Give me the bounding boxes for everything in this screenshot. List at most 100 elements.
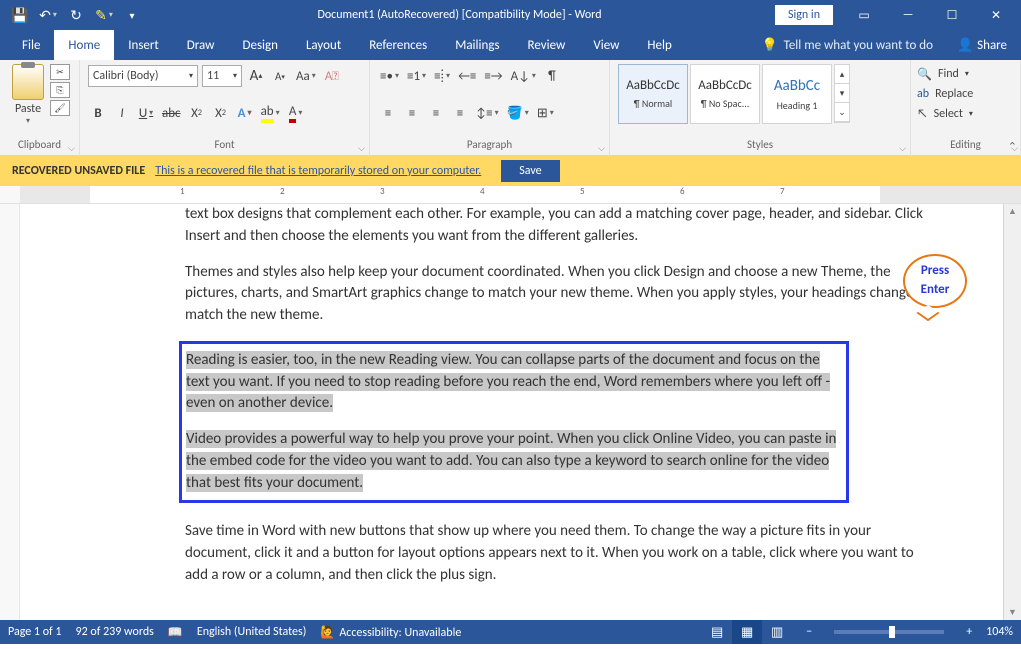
change-case-button[interactable]: Aa	[294, 65, 318, 87]
spellcheck-icon[interactable]: 📖	[168, 625, 183, 640]
minimize-button[interactable]: —	[887, 0, 929, 30]
zoom-level[interactable]: 104%	[986, 625, 1013, 639]
status-language[interactable]: English (United States)	[197, 625, 307, 639]
ruler-scale[interactable]: 1 2 3 4 5 6 7	[20, 186, 1021, 203]
doc-paragraph-selected: Video provides a powerful way to help yo…	[186, 429, 842, 494]
collapse-ribbon-icon[interactable]: ⌃	[1008, 140, 1017, 153]
strikethrough-button[interactable]: abc	[160, 102, 183, 124]
align-left-button[interactable]: ≡	[378, 102, 398, 124]
document-area: Press Enter text box designs that comple…	[0, 204, 1021, 620]
accessibility-icon[interactable]: 🙋Accessibility: Unavailable	[320, 625, 461, 640]
find-button[interactable]: 🔍Find▾	[917, 64, 1014, 84]
replace-icon: ab	[917, 87, 929, 101]
group-label-paragraph: Paragraph	[378, 138, 601, 154]
style-heading-1[interactable]: AaBbCc Heading 1	[762, 64, 832, 124]
grow-font-button[interactable]: A▴	[246, 65, 266, 87]
text-effects-button[interactable]: A	[235, 102, 255, 124]
line-spacing-button[interactable]: ↕≡	[474, 102, 501, 124]
tab-draw[interactable]: Draw	[173, 30, 229, 60]
shading-button[interactable]: 🪣	[505, 102, 531, 124]
print-layout-icon[interactable]: ▦	[732, 620, 762, 644]
ribbon: Paste ▾ ✂ ⎘ 🖌 Clipboard Calibri (Body)▾ …	[0, 60, 1021, 156]
tell-me-label: Tell me what you want to do	[784, 38, 933, 53]
status-words[interactable]: 92 of 239 words	[76, 625, 154, 639]
paste-button[interactable]: Paste ▾	[8, 64, 48, 126]
justify-button[interactable]: ≡	[450, 102, 470, 124]
web-layout-icon[interactable]: ▥	[762, 620, 792, 644]
bold-button[interactable]: B	[88, 102, 108, 124]
share-button[interactable]: 👤 Share	[943, 38, 1021, 53]
subscript-button[interactable]: X2	[187, 102, 207, 124]
tab-help[interactable]: Help	[633, 30, 685, 60]
highlighter-qat-icon[interactable]: ✎▾	[92, 3, 116, 27]
tab-design[interactable]: Design	[228, 30, 291, 60]
tell-me-search[interactable]: 💡 Tell me what you want to do	[751, 38, 943, 53]
style-normal[interactable]: AaBbCcDc ¶ Normal	[618, 64, 688, 124]
numbering-button[interactable]: ≡1	[405, 65, 428, 87]
undo-icon[interactable]: ↶▾	[36, 3, 60, 27]
close-button[interactable]: ✕	[975, 0, 1017, 30]
share-label: Share	[977, 38, 1007, 53]
show-marks-button[interactable]: ¶	[542, 65, 562, 87]
highlight-button[interactable]: ab	[259, 102, 282, 124]
horizontal-ruler[interactable]: 1 2 3 4 5 6 7	[0, 186, 1021, 204]
italic-button[interactable]: I	[112, 102, 132, 124]
replace-button[interactable]: abReplace	[917, 84, 1014, 104]
zoom-in-button[interactable]: +	[966, 625, 972, 639]
save-icon[interactable]: 💾	[8, 3, 32, 27]
cut-icon[interactable]: ✂	[50, 64, 70, 80]
font-name-select[interactable]: Calibri (Body)▾	[88, 65, 198, 87]
sort-button[interactable]: A↓	[509, 65, 538, 87]
tab-view[interactable]: View	[579, 30, 633, 60]
tab-insert[interactable]: Insert	[114, 30, 173, 60]
clear-format-button[interactable]: A⃠	[322, 65, 342, 87]
msgbar-link[interactable]: This is a recovered file that is tempora…	[155, 164, 481, 178]
underline-button[interactable]: U	[136, 102, 156, 124]
select-button[interactable]: ↖Select▾	[917, 104, 1014, 124]
tab-home[interactable]: Home	[54, 30, 114, 60]
redo-icon[interactable]: ↻	[64, 3, 88, 27]
styles-scroll[interactable]: ▴▾⌄	[834, 64, 850, 123]
selection-box: Reading is easier, too, in the new Readi…	[179, 341, 849, 504]
tab-review[interactable]: Review	[514, 30, 580, 60]
ruler-corner	[0, 186, 20, 203]
tab-mailings[interactable]: Mailings	[441, 30, 513, 60]
status-page[interactable]: Page 1 of 1	[8, 625, 62, 639]
document-page[interactable]: Press Enter text box designs that comple…	[20, 204, 1003, 620]
msgbar-label: RECOVERED UNSAVED FILE	[12, 164, 145, 178]
superscript-button[interactable]: X2	[211, 102, 231, 124]
sign-in-button[interactable]: Sign in	[775, 5, 833, 25]
borders-button[interactable]: ⊞	[535, 102, 556, 124]
msgbar-save-button[interactable]: Save	[501, 160, 559, 182]
bullets-button[interactable]: ≡•	[378, 65, 401, 87]
copy-icon[interactable]: ⎘	[50, 82, 70, 98]
group-paragraph: ≡• ≡1 ≡⁞ ←≡ ≡→ A↓ ¶ ≡ ≡ ≡ ≡ ↕≡ 🪣 ⊞ Parag…	[370, 60, 610, 156]
group-label-clipboard: Clipboard	[8, 138, 71, 154]
zoom-out-button[interactable]: −	[806, 625, 812, 639]
maximize-button[interactable]: ☐	[931, 0, 973, 30]
group-clipboard: Paste ▾ ✂ ⎘ 🖌 Clipboard	[0, 60, 80, 156]
read-mode-icon[interactable]: ▤	[702, 620, 732, 644]
style-no-spacing[interactable]: AaBbCcDc ¶ No Spac...	[690, 64, 760, 124]
tab-layout[interactable]: Layout	[292, 30, 355, 60]
align-center-button[interactable]: ≡	[402, 102, 422, 124]
shrink-font-button[interactable]: A▾	[270, 65, 290, 87]
align-right-button[interactable]: ≡	[426, 102, 446, 124]
multilevel-button[interactable]: ≡⁞	[432, 65, 452, 87]
outdent-button[interactable]: ←≡	[456, 65, 478, 87]
ribbon-tabs: File Home Insert Draw Design Layout Refe…	[0, 30, 1021, 60]
vertical-ruler[interactable]	[0, 204, 20, 620]
status-bar: Page 1 of 1 92 of 239 words 📖 English (U…	[0, 620, 1021, 644]
tab-references[interactable]: References	[355, 30, 441, 60]
share-icon: 👤	[957, 38, 973, 53]
zoom-slider[interactable]	[834, 630, 944, 634]
tab-file[interactable]: File	[8, 30, 54, 60]
font-color-button[interactable]: A	[286, 102, 306, 124]
title-bar: 💾 ↶▾ ↻ ✎▾ ▾ Document1 (AutoRecovered) [C…	[0, 0, 1021, 30]
vertical-scrollbar[interactable]	[1003, 204, 1021, 620]
qat-customize-icon[interactable]: ▾	[120, 3, 144, 27]
ribbon-display-icon[interactable]: ▭	[843, 0, 885, 30]
format-painter-icon[interactable]: 🖌	[50, 100, 70, 116]
font-size-select[interactable]: 11▾	[202, 65, 242, 87]
indent-button[interactable]: ≡→	[482, 65, 504, 87]
